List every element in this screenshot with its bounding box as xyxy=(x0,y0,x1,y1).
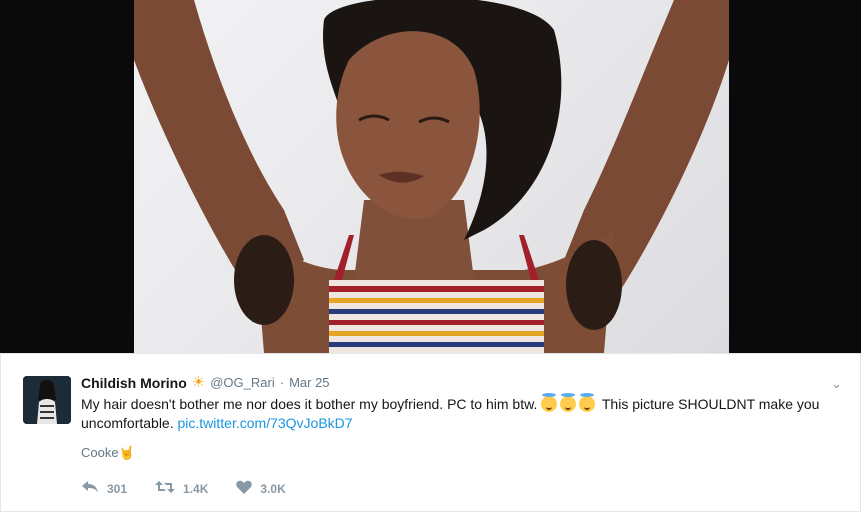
tweet-body: Childish Morino ☀ @OG_Rari · Mar 25 My h… xyxy=(81,374,841,499)
reply-icon xyxy=(81,479,99,499)
media-area xyxy=(0,0,861,353)
tweet-text: My hair doesn't bother me nor does it bo… xyxy=(81,393,841,433)
smiling-halo-emoji-icon xyxy=(541,393,558,412)
smiling-halo-emoji-icon xyxy=(560,393,577,412)
retweet-icon xyxy=(155,479,176,499)
smiling-halo-emoji-icon xyxy=(579,393,596,412)
avatar-image xyxy=(23,376,71,424)
tweet-date[interactable]: Mar 25 xyxy=(289,374,329,392)
tweet-text-part1: My hair doesn't bother me nor does it bo… xyxy=(81,396,538,412)
tweet-actions: 301 1.4K 3.0K xyxy=(81,479,841,499)
card-title[interactable]: Cooke🤘 xyxy=(81,445,841,461)
chevron-down-icon[interactable]: ⌄ xyxy=(831,376,842,392)
display-name[interactable]: Childish Morino xyxy=(81,374,187,392)
retweet-count: 1.4K xyxy=(183,482,209,496)
reply-count: 301 xyxy=(107,482,128,496)
tweet-photo[interactable] xyxy=(134,0,729,353)
photo-link[interactable]: pic.twitter.com/73QvJoBkD7 xyxy=(178,415,353,431)
photo-illustration xyxy=(134,0,729,353)
user-handle[interactable]: @OG_Rari xyxy=(210,374,275,392)
like-button[interactable]: 3.0K xyxy=(236,479,286,499)
tweet-header: Childish Morino ☀ @OG_Rari · Mar 25 xyxy=(81,374,841,392)
tweet-card: Childish Morino ☀ @OG_Rari · Mar 25 My h… xyxy=(0,353,861,512)
separator: · xyxy=(279,375,285,390)
retweet-button[interactable]: 1.4K xyxy=(155,479,208,499)
avatar[interactable] xyxy=(23,376,71,424)
reply-button[interactable]: 301 xyxy=(81,479,127,499)
heart-icon xyxy=(236,479,253,499)
card-title-text: Cooke xyxy=(81,445,119,460)
like-count: 3.0K xyxy=(260,482,286,496)
sun-icon: ☀ xyxy=(191,374,206,391)
rock-hand-icon: 🤘 xyxy=(118,445,135,460)
